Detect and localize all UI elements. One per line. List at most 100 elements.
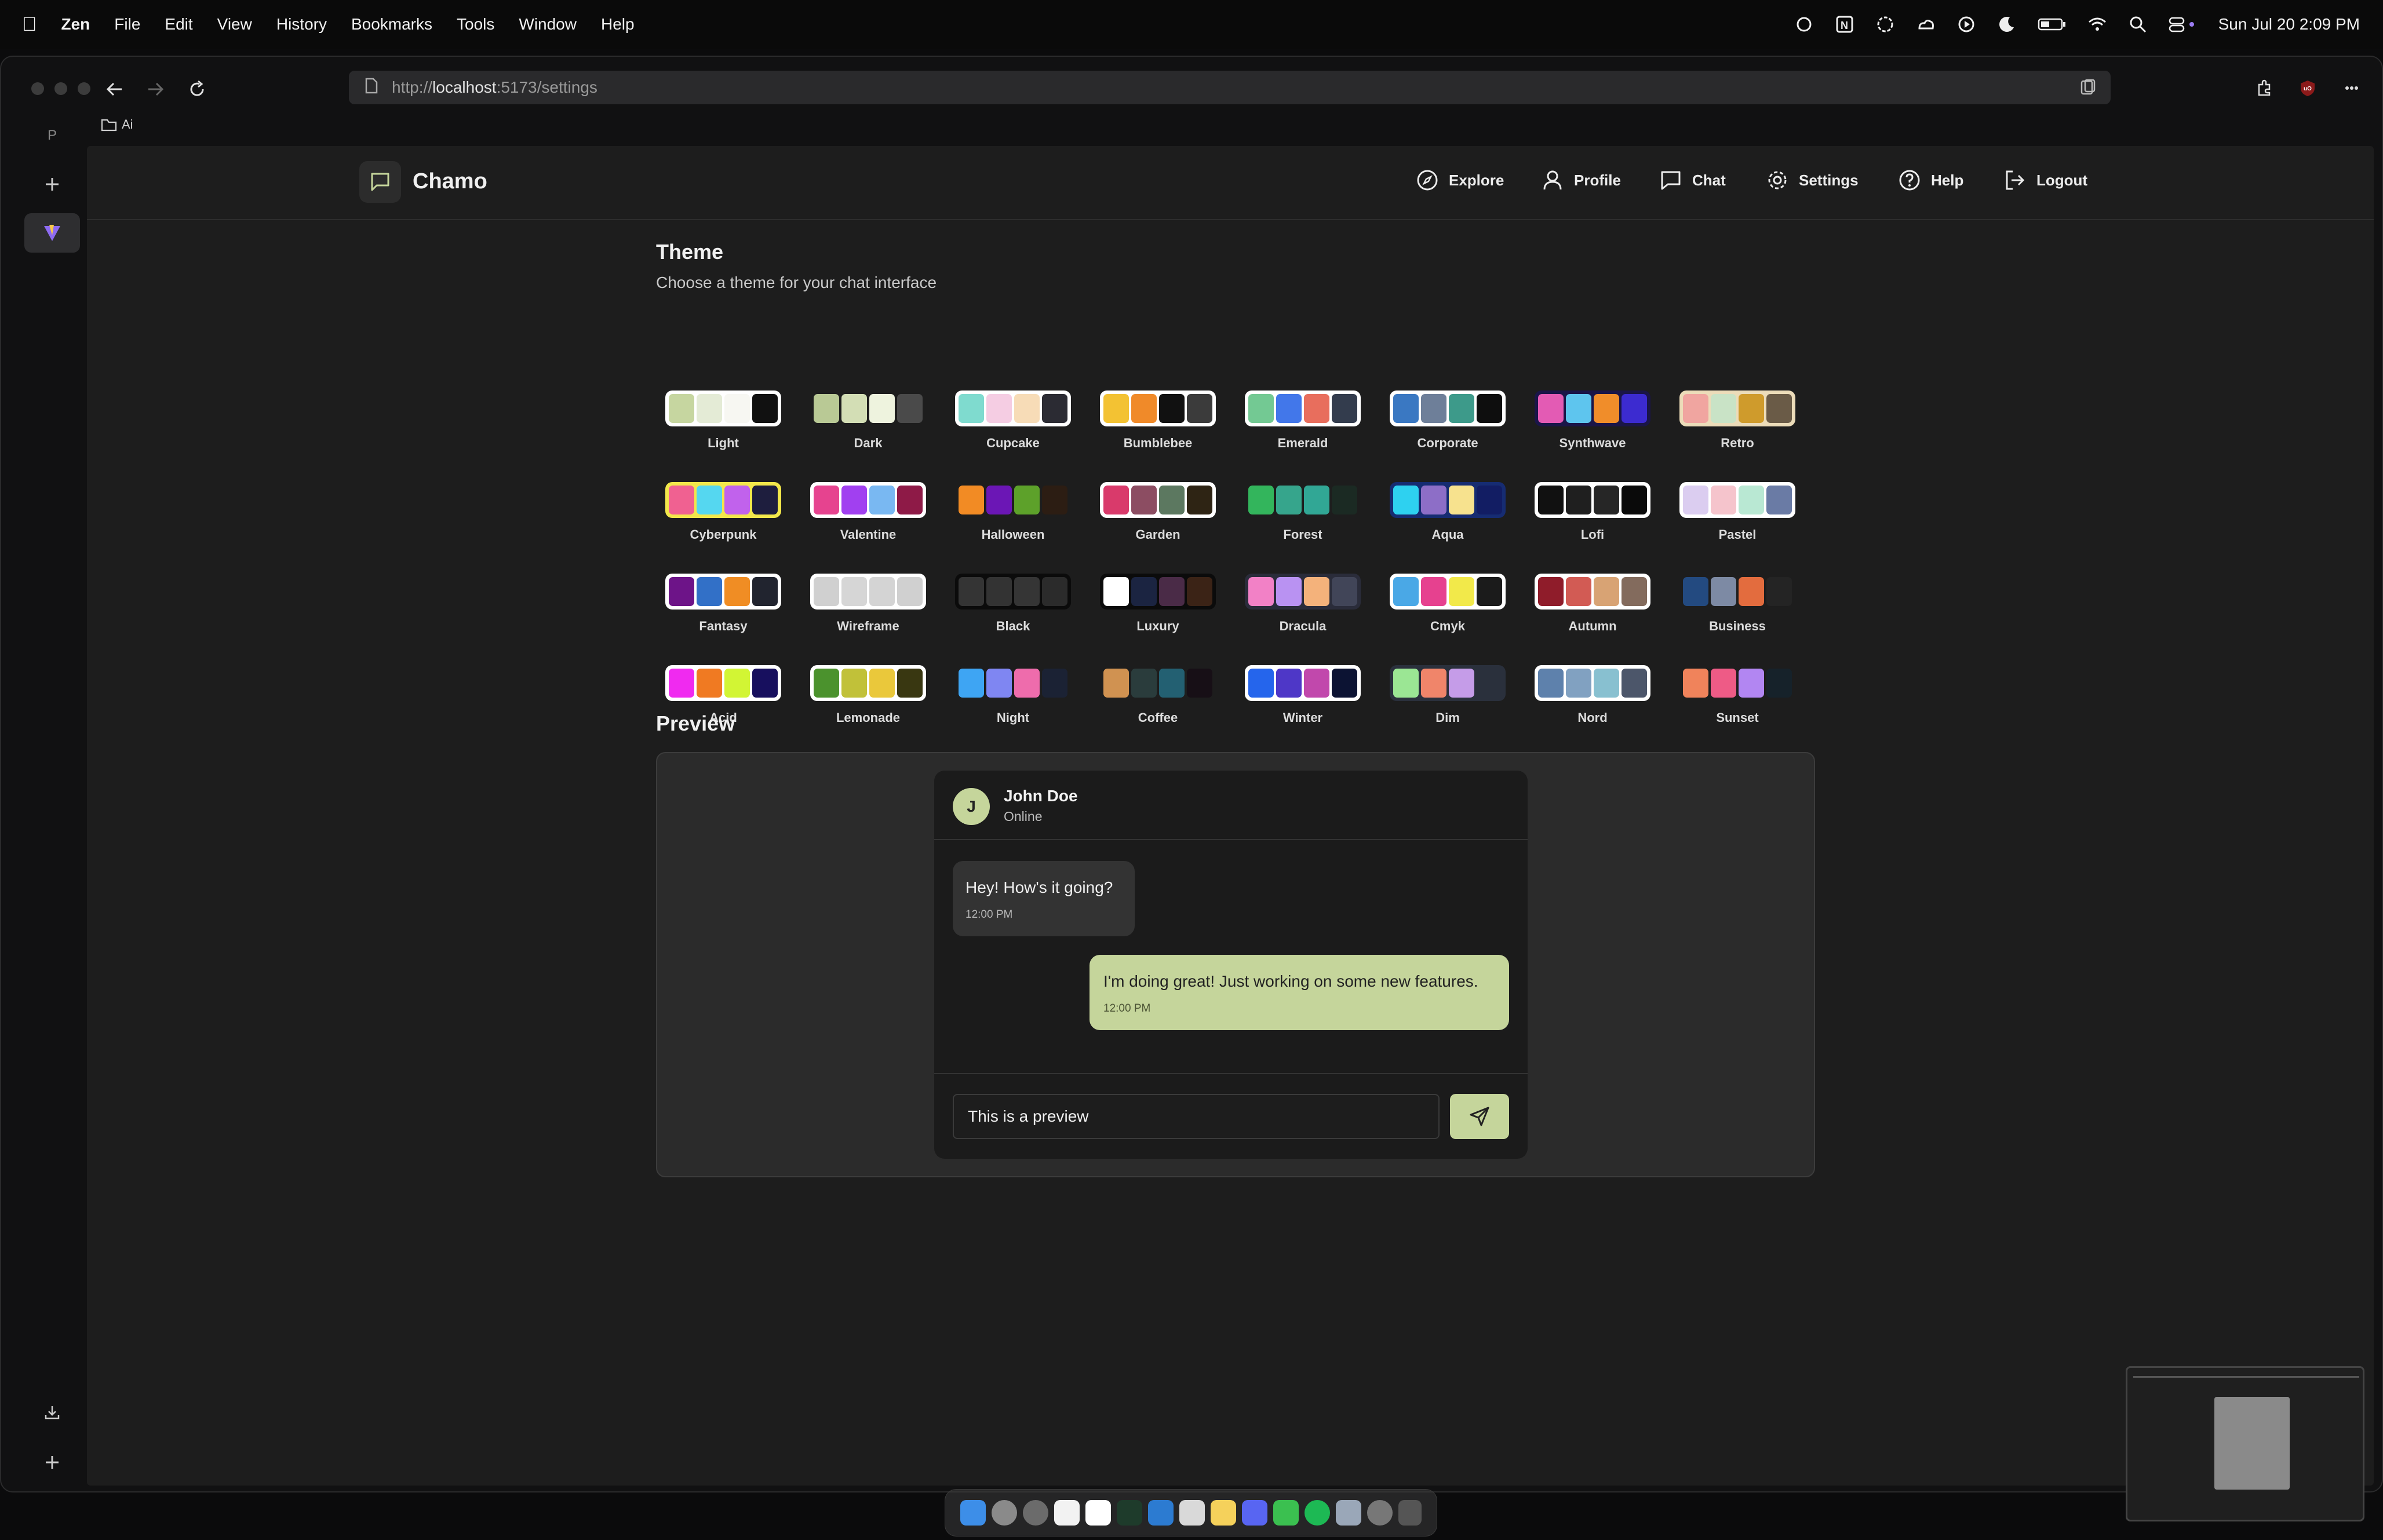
preview-app-icon[interactable]	[1336, 1500, 1361, 1526]
theme-swatch	[1304, 669, 1329, 698]
theme-option-cyberpunk[interactable]	[665, 482, 781, 518]
menu-app-name[interactable]: Zen	[61, 15, 90, 34]
theme-option-night[interactable]	[955, 665, 1071, 701]
theme-option-dim[interactable]	[1390, 665, 1506, 701]
theme-option-luxury[interactable]	[1100, 574, 1216, 610]
theme-label: Dark	[854, 436, 883, 450]
reader-mode-icon[interactable]	[2079, 79, 2097, 100]
chatgpt-icon[interactable]	[992, 1500, 1017, 1526]
trash-icon[interactable]	[1398, 1500, 1422, 1526]
theme-option-forest[interactable]	[1245, 482, 1361, 518]
theme-option-business[interactable]	[1679, 574, 1795, 610]
extensions-icon[interactable]	[2252, 76, 2275, 100]
menu-help[interactable]: Help	[601, 15, 635, 34]
theme-option-sunset[interactable]	[1679, 665, 1795, 701]
battery-icon[interactable]	[2038, 14, 2067, 34]
theme-option-pastel[interactable]	[1679, 482, 1795, 518]
theme-label: Luxury	[1136, 619, 1179, 633]
wifi-icon[interactable]	[2087, 14, 2107, 34]
theme-option-aqua[interactable]	[1390, 482, 1506, 518]
theme-swatch	[1042, 669, 1067, 698]
theme-option-emerald[interactable]	[1245, 391, 1361, 426]
theme-label: Light	[708, 436, 739, 450]
theme-label: Lemonade	[836, 710, 901, 725]
control-center-icon[interactable]	[2169, 14, 2198, 34]
menu-window[interactable]: Window	[519, 15, 577, 34]
contact-name: John Doe	[1004, 787, 1078, 805]
menu-history[interactable]: History	[276, 15, 327, 34]
telegram-icon[interactable]	[1179, 1500, 1205, 1526]
theme-option-valentine[interactable]	[810, 482, 926, 518]
theme-option-coffee[interactable]	[1100, 665, 1216, 701]
terminal-icon[interactable]	[1117, 1500, 1142, 1526]
notion-icon[interactable]: N	[1835, 14, 1854, 34]
moon-icon[interactable]	[1997, 14, 2017, 34]
window-thumbnail[interactable]	[2126, 1366, 2364, 1521]
menu-file[interactable]: File	[114, 15, 140, 34]
more-menu-icon[interactable]	[2340, 76, 2363, 100]
theme-option-garden[interactable]	[1100, 482, 1216, 518]
menu-view[interactable]: View	[217, 15, 252, 34]
theme-swatch	[1538, 486, 1564, 514]
theme-option-synthwave[interactable]	[1535, 391, 1650, 426]
theme-swatch	[1276, 669, 1302, 698]
url-bar[interactable]: http://localhost:5173/settings	[349, 71, 2111, 104]
theme-option-acid[interactable]	[665, 665, 781, 701]
theme-swatch	[1566, 577, 1591, 606]
theme-option-dracula[interactable]	[1245, 574, 1361, 610]
theme-option-wireframe[interactable]	[810, 574, 926, 610]
theme-swatch	[1042, 394, 1067, 423]
notion-app-icon[interactable]	[1054, 1500, 1080, 1526]
openai-icon[interactable]	[1875, 14, 1895, 34]
back-arrow-icon[interactable]	[103, 78, 126, 101]
theme-option-bumblebee[interactable]	[1100, 391, 1216, 426]
contact-avatar[interactable]: J	[953, 788, 990, 825]
vite-tab-icon[interactable]	[24, 213, 80, 253]
workspace-letter[interactable]: P	[48, 127, 57, 144]
theme-option-lemonade[interactable]	[810, 665, 926, 701]
theme-option-cupcake[interactable]	[955, 391, 1071, 426]
add-workspace-plus-icon[interactable]	[41, 1451, 64, 1474]
menu-bookmarks[interactable]: Bookmarks	[351, 15, 432, 34]
theme-option-lofi[interactable]	[1535, 482, 1650, 518]
spotlight-search-icon[interactable]	[2128, 14, 2148, 34]
settings-app-icon[interactable]	[1367, 1500, 1393, 1526]
theme-label: Cupcake	[986, 436, 1040, 450]
message-input[interactable]	[953, 1094, 1440, 1139]
theme-option-black[interactable]	[955, 574, 1071, 610]
new-tab-plus-icon[interactable]	[41, 173, 64, 196]
vscode-icon[interactable]	[1148, 1500, 1174, 1526]
status-app-icon[interactable]	[1794, 14, 1814, 34]
finder-icon[interactable]	[960, 1500, 986, 1526]
theme-swatch	[1304, 394, 1329, 423]
play-icon[interactable]	[1956, 14, 1976, 34]
notion-calendar-icon[interactable]	[1085, 1500, 1111, 1526]
theme-option-halloween[interactable]	[955, 482, 1071, 518]
theme-option-winter[interactable]	[1245, 665, 1361, 701]
theme-option-nord[interactable]	[1535, 665, 1650, 701]
downloads-icon[interactable]	[41, 1401, 64, 1424]
menu-edit[interactable]: Edit	[165, 15, 192, 34]
menubar-datetime[interactable]: Sun Jul 20 2:09 PM	[2218, 15, 2360, 34]
menu-tools[interactable]: Tools	[457, 15, 494, 34]
forward-arrow-icon[interactable]	[144, 78, 167, 101]
theme-option-corporate[interactable]	[1390, 391, 1506, 426]
zen-browser-icon[interactable]	[1023, 1500, 1048, 1526]
bookmark-folder[interactable]: Ai	[101, 117, 133, 132]
discord-icon[interactable]	[1242, 1500, 1267, 1526]
reload-icon[interactable]	[185, 78, 209, 101]
messages-icon[interactable]	[1273, 1500, 1299, 1526]
theme-option-cmyk[interactable]	[1390, 574, 1506, 610]
theme-option-dark[interactable]	[810, 391, 926, 426]
notes-icon[interactable]	[1211, 1500, 1236, 1526]
apple-icon[interactable]: 	[22, 13, 37, 36]
theme-swatch	[1449, 486, 1474, 514]
theme-option-light[interactable]	[665, 391, 781, 426]
send-button[interactable]	[1450, 1094, 1509, 1139]
ublock-icon[interactable]: uO	[2296, 76, 2319, 100]
theme-option-fantasy[interactable]	[665, 574, 781, 610]
theme-option-retro[interactable]	[1679, 391, 1795, 426]
spotify-icon[interactable]	[1305, 1500, 1330, 1526]
theme-option-autumn[interactable]	[1535, 574, 1650, 610]
cloud-icon[interactable]	[1916, 14, 1936, 34]
